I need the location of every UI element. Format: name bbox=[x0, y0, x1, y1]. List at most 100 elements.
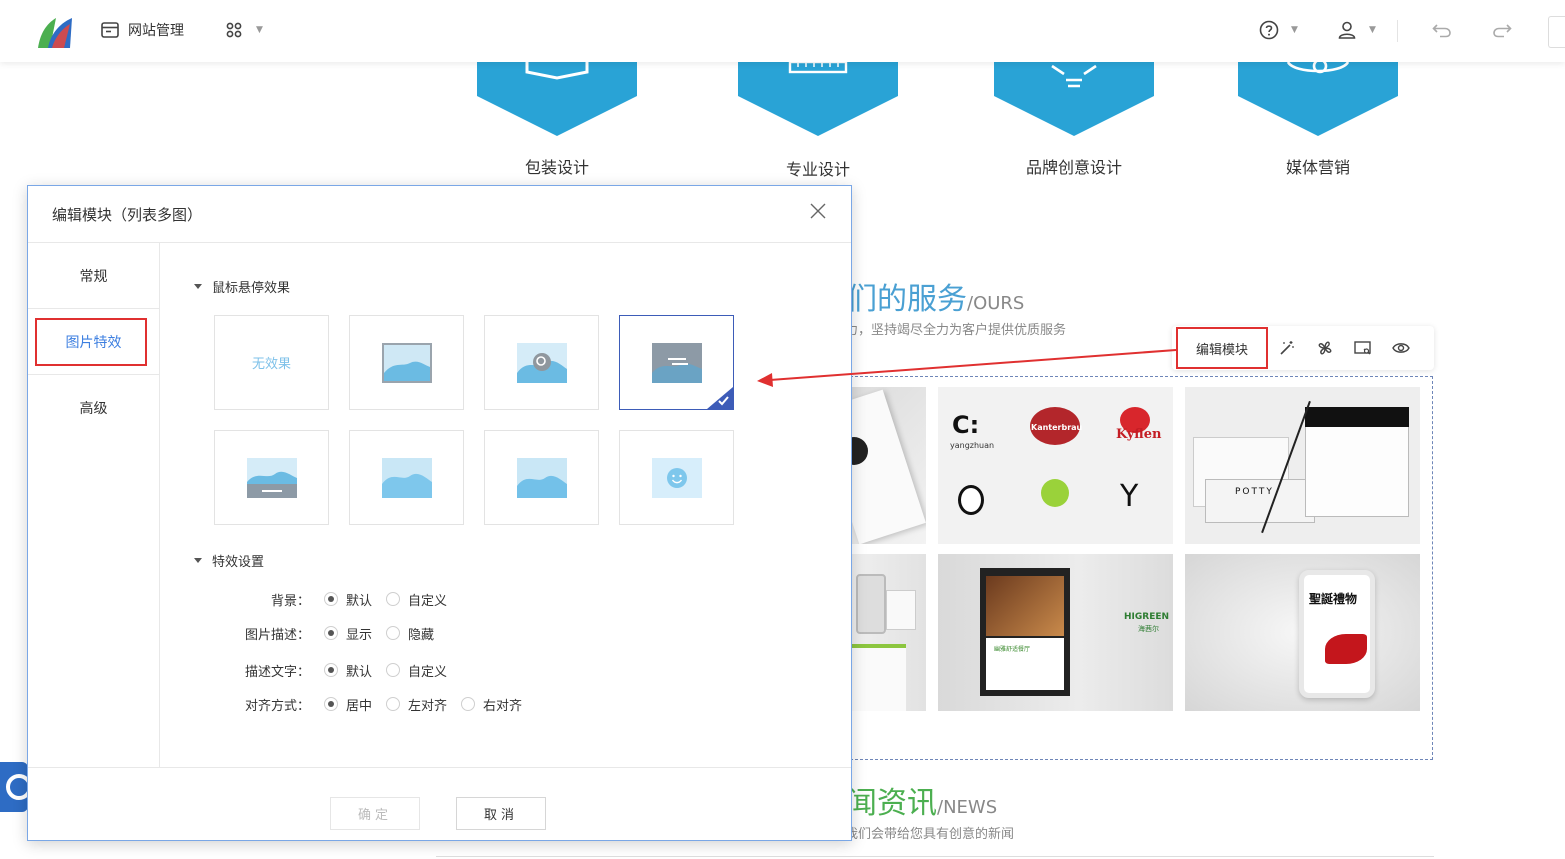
setting-row-description-text: 描述文字： 默认 自定义 bbox=[194, 660, 461, 680]
gallery-image-boxes[interactable]: POTTY bbox=[1185, 387, 1420, 544]
service-chat-widget[interactable] bbox=[0, 762, 28, 812]
radio-background-default[interactable]: 默认 bbox=[324, 590, 372, 609]
radio-description-hide[interactable]: 隐藏 bbox=[386, 624, 434, 643]
higreen-text: HIGREEN bbox=[1124, 612, 1170, 622]
radio-label: 默认 bbox=[346, 664, 373, 680]
effect-option-bottom-caption[interactable] bbox=[214, 430, 329, 525]
grid-icon bbox=[224, 20, 244, 40]
effect-settings-section-toggle[interactable]: 特效设置 bbox=[194, 551, 264, 570]
service-packaging[interactable]: 包装设计 bbox=[477, 62, 637, 178]
site-manage-menu[interactable]: 网站管理 bbox=[100, 20, 184, 40]
effect-option-frame[interactable] bbox=[349, 315, 464, 410]
tab-label: 高级 bbox=[79, 401, 108, 417]
tab-general[interactable]: 常规 bbox=[28, 243, 159, 309]
effect-option-zoom[interactable] bbox=[484, 315, 599, 410]
fan-icon[interactable] bbox=[1306, 327, 1344, 369]
magic-wand-icon[interactable] bbox=[1268, 327, 1306, 369]
effect-option-caption-overlay[interactable] bbox=[619, 315, 734, 410]
dialog-tabs: 常规 图片特效 高级 bbox=[28, 243, 160, 767]
tab-image-effects[interactable]: 图片特效 bbox=[28, 309, 159, 375]
user-menu[interactable]: ▼ bbox=[1337, 20, 1376, 40]
radio-circle bbox=[461, 697, 476, 711]
tab-label: 常规 bbox=[79, 268, 108, 285]
radio-circle bbox=[324, 626, 338, 640]
radio-circle bbox=[324, 697, 338, 711]
packaging-icon bbox=[477, 62, 637, 136]
chevron-down-icon: ▼ bbox=[256, 25, 263, 35]
caret-down-icon bbox=[194, 284, 202, 289]
undo-button[interactable] bbox=[1432, 20, 1452, 40]
gallery-image-standee[interactable]: 聖誕禮物 bbox=[1185, 554, 1420, 711]
radio-align-left[interactable]: 左对齐 bbox=[386, 695, 447, 714]
radio-description-show[interactable]: 显示 bbox=[324, 624, 372, 643]
radio-label: 隐藏 bbox=[408, 627, 435, 643]
apps-menu[interactable]: ▼ bbox=[224, 20, 263, 40]
radio-text-default[interactable]: 默认 bbox=[324, 661, 372, 680]
image-slide-icon bbox=[516, 457, 567, 498]
setting-label: 对齐方式： bbox=[244, 698, 310, 714]
radio-label: 显示 bbox=[346, 627, 373, 643]
service-professional[interactable]: 专业设计 bbox=[738, 60, 898, 180]
tab-advanced[interactable]: 高级 bbox=[28, 375, 159, 441]
radio-circle bbox=[386, 663, 401, 677]
image-zoom-icon bbox=[516, 342, 567, 383]
logo-text: Kyflen bbox=[1116, 427, 1162, 442]
no-effect-label: 无效果 bbox=[251, 357, 291, 372]
help-icon bbox=[1259, 20, 1279, 40]
logo-text: Kanterbrau bbox=[1031, 423, 1083, 432]
redo-icon bbox=[1492, 20, 1512, 40]
radio-text-custom[interactable]: 自定义 bbox=[386, 661, 447, 680]
chevron-down-icon: ▼ bbox=[1291, 25, 1298, 35]
effect-option-none[interactable]: 无效果 bbox=[214, 315, 329, 410]
news-title-en: /NEWS bbox=[937, 797, 998, 818]
confirm-button[interactable]: 确定 bbox=[330, 797, 420, 830]
radio-background-custom[interactable]: 自定义 bbox=[386, 590, 447, 609]
radio-label: 自定义 bbox=[408, 593, 448, 609]
service-label: 品牌创意设计 bbox=[1025, 158, 1122, 177]
radio-align-right[interactable]: 右对齐 bbox=[461, 695, 522, 714]
close-icon[interactable] bbox=[809, 202, 827, 220]
effect-option-emoji[interactable] bbox=[619, 430, 734, 525]
dialog-header: 编辑模块（列表多图） bbox=[28, 186, 851, 243]
radio-label: 默认 bbox=[346, 593, 373, 609]
radio-label: 自定义 bbox=[408, 664, 448, 680]
image-overlay-icon bbox=[651, 342, 702, 383]
gallery-image-poster[interactable]: 幽雅舒适餐厅 HIGREEN 海茜尔 bbox=[938, 554, 1173, 711]
service-label: 包装设计 bbox=[524, 158, 589, 177]
help-menu[interactable]: ▼ bbox=[1259, 20, 1298, 40]
hover-effect-section-toggle[interactable]: 鼠标悬停效果 bbox=[194, 277, 290, 296]
image-fade-icon bbox=[381, 457, 432, 498]
edit-module-button[interactable]: 编辑模块 bbox=[1176, 327, 1268, 369]
image-caption-icon bbox=[246, 457, 297, 498]
radio-align-center[interactable]: 居中 bbox=[324, 695, 372, 714]
effect-option-fade[interactable] bbox=[349, 430, 464, 525]
setting-label: 图片描述： bbox=[244, 627, 310, 643]
radio-label: 左对齐 bbox=[408, 698, 448, 714]
picture-settings-icon[interactable] bbox=[1344, 327, 1382, 369]
logo-text: yangzhuan bbox=[950, 441, 995, 450]
radio-circle bbox=[324, 663, 338, 677]
radio-label: 右对齐 bbox=[483, 698, 523, 714]
service-brand[interactable]: 品牌创意设计 bbox=[994, 62, 1154, 178]
gallery-image[interactable] bbox=[846, 387, 926, 544]
ours-title-en: /OURS bbox=[967, 293, 1025, 314]
service-label: 专业设计 bbox=[785, 160, 850, 179]
preview-eye-icon[interactable] bbox=[1382, 327, 1420, 369]
service-media[interactable]: 媒体营销 bbox=[1238, 58, 1398, 178]
poster-text: 幽雅舒适餐厅 bbox=[994, 646, 1031, 653]
panel-toggle[interactable] bbox=[1548, 16, 1565, 48]
cancel-button[interactable]: 取消 bbox=[456, 797, 546, 830]
ours-subtitle: 力，坚持竭尽全力为客户提供优质服务 bbox=[845, 323, 1067, 338]
app-logo[interactable] bbox=[34, 14, 74, 50]
effect-option-slide[interactable] bbox=[484, 430, 599, 525]
gallery-image[interactable] bbox=[846, 554, 926, 711]
radio-label: 居中 bbox=[346, 698, 373, 714]
redo-button[interactable] bbox=[1492, 20, 1512, 40]
smiley-icon bbox=[651, 457, 702, 498]
gallery-image-logos[interactable]: C: yangzhuan Kanterbrau Kyflen Y bbox=[938, 387, 1173, 544]
news-divider bbox=[436, 856, 1434, 857]
top-bar: 网站管理 ▼ ▼ ▼ bbox=[0, 0, 1565, 62]
module-toolbar: 编辑模块 bbox=[1172, 326, 1434, 370]
eye-icon bbox=[1238, 58, 1398, 136]
site-manage-label: 网站管理 bbox=[128, 23, 184, 39]
